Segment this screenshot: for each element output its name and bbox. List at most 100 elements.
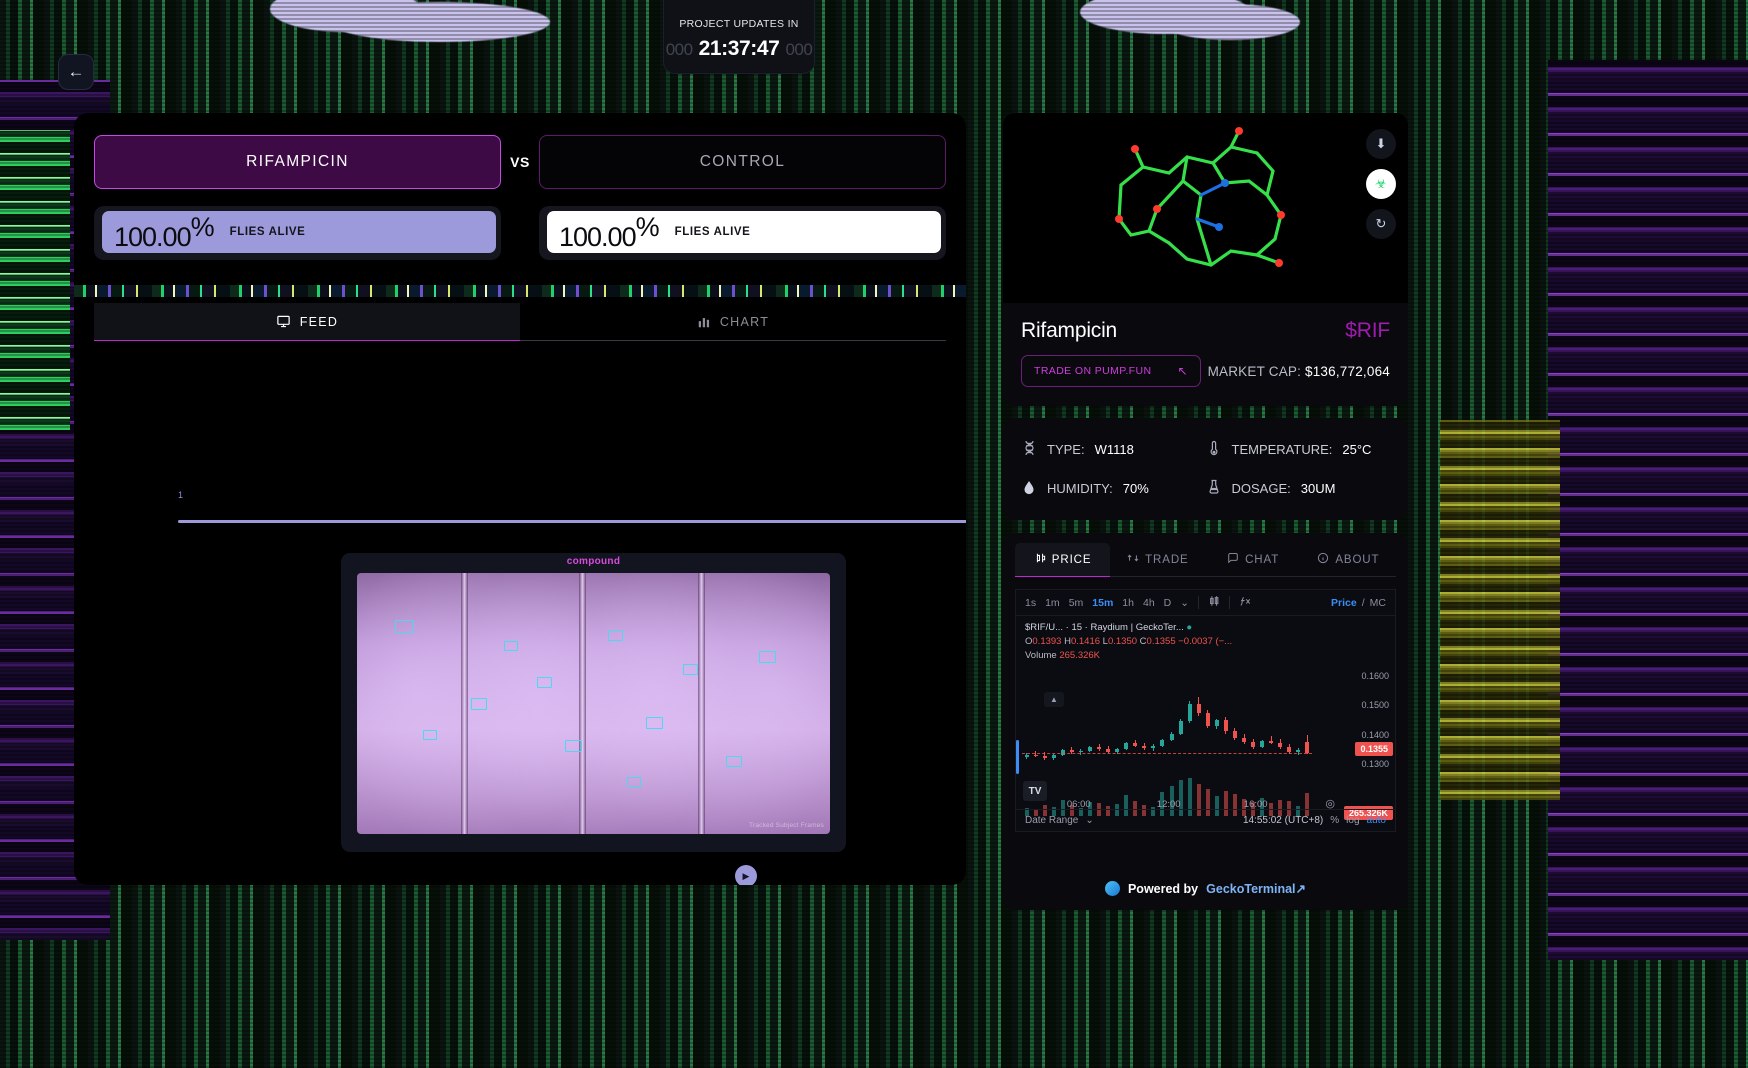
timeframe-1m[interactable]: 1m	[1045, 597, 1060, 609]
tab-feed[interactable]: FEED	[94, 303, 520, 341]
status-dot-icon: ●	[1186, 622, 1192, 633]
rotate-icon[interactable]: ↻	[1366, 209, 1396, 239]
ohlc-c: 0.1355	[1147, 636, 1176, 647]
scrubber-play-button[interactable]: ▶	[735, 865, 757, 885]
spec-key: TEMPERATURE:	[1232, 442, 1333, 457]
experiment-specs: TYPE: W1118 TEMPERATURE: 25°C HUMIDITY: …	[1003, 418, 1408, 520]
tab-chart[interactable]: CHART	[520, 303, 946, 341]
video-watermark: Tracked Subject Frames	[749, 822, 824, 829]
chart-footer: Date Range ⌄ 14:55:02 (UTC+8) % log auto	[1016, 809, 1395, 831]
molecule-toolbar: ⬇ ☣ ↻	[1366, 129, 1396, 239]
arm-tab-control[interactable]: CONTROL	[539, 135, 946, 189]
candle-body	[1124, 743, 1128, 749]
candle-body	[1251, 742, 1255, 747]
back-button[interactable]: ←	[58, 54, 94, 90]
tab-trade[interactable]: TRADE	[1110, 543, 1205, 577]
timeframe-15m[interactable]: 15m	[1092, 597, 1113, 609]
candle-body	[1197, 704, 1201, 712]
collapse-pane-icon[interactable]: ▲	[1044, 692, 1064, 707]
flies-alive-caption: FLIES ALIVE	[675, 226, 751, 238]
flies-alive-percent: 100.00%	[114, 212, 214, 253]
chevron-down-icon[interactable]: ⌄	[1085, 815, 1093, 826]
stat-card-rifampicin: 100.00% FLIES ALIVE	[94, 206, 501, 260]
timer-label: PROJECT UPDATES IN	[679, 18, 798, 30]
tab-label: CHAT	[1245, 554, 1279, 566]
candle-body	[1224, 720, 1228, 731]
percent-scale-button[interactable]: %	[1330, 815, 1339, 826]
last-price-line	[1022, 753, 1312, 754]
trade-icon	[1127, 552, 1139, 567]
candlestick-plot	[1022, 666, 1312, 784]
log-scale-button[interactable]: log	[1346, 815, 1359, 826]
tradingview-chart[interactable]: 1s 1m 5m 15m 1h 4h D ⌄	[1015, 589, 1396, 832]
flies-alive-percent: 100.00%	[559, 212, 659, 253]
arrow-left-icon: ←	[68, 62, 85, 82]
ohlc-h-label: H	[1064, 636, 1071, 647]
feed-progress-bar[interactable]	[178, 520, 966, 523]
timer-row: 000 21:37:47 000	[666, 37, 813, 61]
candle-body	[1242, 738, 1246, 742]
timer-right-dim: 000	[785, 40, 812, 60]
candle-body	[1070, 750, 1074, 753]
molecule-viewer[interactable]: ⬇ ☣ ↻	[1003, 113, 1408, 303]
timeframe-1s[interactable]: 1s	[1025, 597, 1036, 609]
spec-dosage: DOSAGE: 30UM	[1206, 479, 1391, 498]
candle-body	[1097, 747, 1101, 749]
chart-title-row: $RIF/U... · 15 · Raydium | GeckoTer... ●	[1025, 621, 1232, 634]
price-tick-label: 0.1600	[1361, 671, 1389, 681]
price-toggle-label[interactable]: Price	[1331, 597, 1357, 609]
arm-label: RIFAMPICIN	[246, 153, 349, 171]
candle-body	[1025, 755, 1029, 757]
timeframe-d[interactable]: D	[1164, 597, 1172, 609]
spec-type: TYPE: W1118	[1021, 440, 1206, 459]
arm-selector: RIFAMPICIN VS CONTROL	[94, 135, 946, 189]
spec-value: 70%	[1123, 481, 1149, 496]
mc-toggle-label[interactable]: MC	[1370, 597, 1386, 609]
download-icon[interactable]: ⬇	[1366, 129, 1396, 159]
tab-label: ABOUT	[1335, 554, 1379, 566]
stat-inner: 100.00% FLIES ALIVE	[102, 211, 496, 253]
timeframe-5m[interactable]: 5m	[1069, 597, 1084, 609]
project-updates-timer: PROJECT UPDATES IN 000 21:37:47 000	[663, 0, 815, 74]
tab-chat[interactable]: CHAT	[1206, 543, 1301, 577]
trial-panel: RIFAMPICIN VS CONTROL 100.00% FLIES ALIV…	[74, 113, 966, 885]
percent-value: 100.00	[559, 222, 636, 252]
feed-video[interactable]: Tracked Subject Frames	[357, 573, 830, 834]
indicator-fx-icon[interactable]	[1239, 595, 1251, 610]
play-icon: ▶	[743, 871, 750, 882]
ohlc-change: −0.0037	[1178, 636, 1213, 647]
arm-tab-rifampicin[interactable]: RIFAMPICIN	[94, 135, 501, 189]
tab-label: TRADE	[1145, 554, 1188, 566]
feed-chart-tabs: FEED CHART	[94, 303, 946, 341]
ohlc-change-pct: (−...	[1216, 636, 1233, 647]
molecule-icon[interactable]: ☣	[1366, 169, 1396, 199]
percent-unit: %	[191, 212, 214, 242]
geckoterminal-link[interactable]: GeckoTerminal↗	[1206, 881, 1306, 896]
chevron-down-icon[interactable]: ⌄	[1180, 597, 1189, 609]
tab-about[interactable]: ABOUT	[1301, 543, 1396, 577]
price-panel: PRICE TRADE CHAT	[1003, 533, 1408, 910]
flies-alive-caption: FLIES ALIVE	[230, 226, 306, 238]
candle-body	[1269, 741, 1273, 743]
powered-by[interactable]: Powered by GeckoTerminal↗	[1003, 881, 1408, 896]
candlestick-icon[interactable]	[1208, 595, 1220, 610]
feed-video-container: compound Tracked Subject Frames	[341, 553, 846, 852]
spec-temperature: TEMPERATURE: 25°C	[1206, 440, 1391, 459]
timeframe-1h[interactable]: 1h	[1122, 597, 1134, 609]
candle-body	[1170, 734, 1174, 740]
auto-scale-button[interactable]: auto	[1367, 815, 1386, 826]
price-mc-toggle[interactable]: Price / MC	[1331, 597, 1386, 609]
spec-key: DOSAGE:	[1232, 481, 1291, 496]
candle-body	[1088, 747, 1092, 751]
trade-on-pumpfun-button[interactable]: TRADE ON PUMP.FUN ↖	[1021, 355, 1201, 387]
spec-value: W1118	[1095, 442, 1134, 457]
info-icon	[1317, 552, 1329, 567]
candle-body	[1179, 721, 1183, 733]
tab-price[interactable]: PRICE	[1015, 543, 1110, 577]
tradingview-logo-icon[interactable]: TV	[1023, 781, 1047, 801]
timeframe-4h[interactable]: 4h	[1143, 597, 1155, 609]
spec-value: 25°C	[1342, 442, 1371, 457]
date-range-button[interactable]: Date Range	[1025, 815, 1078, 826]
price-panel-tabs: PRICE TRADE CHAT	[1003, 533, 1408, 577]
market-cap-value: $136,772,064	[1305, 364, 1390, 379]
